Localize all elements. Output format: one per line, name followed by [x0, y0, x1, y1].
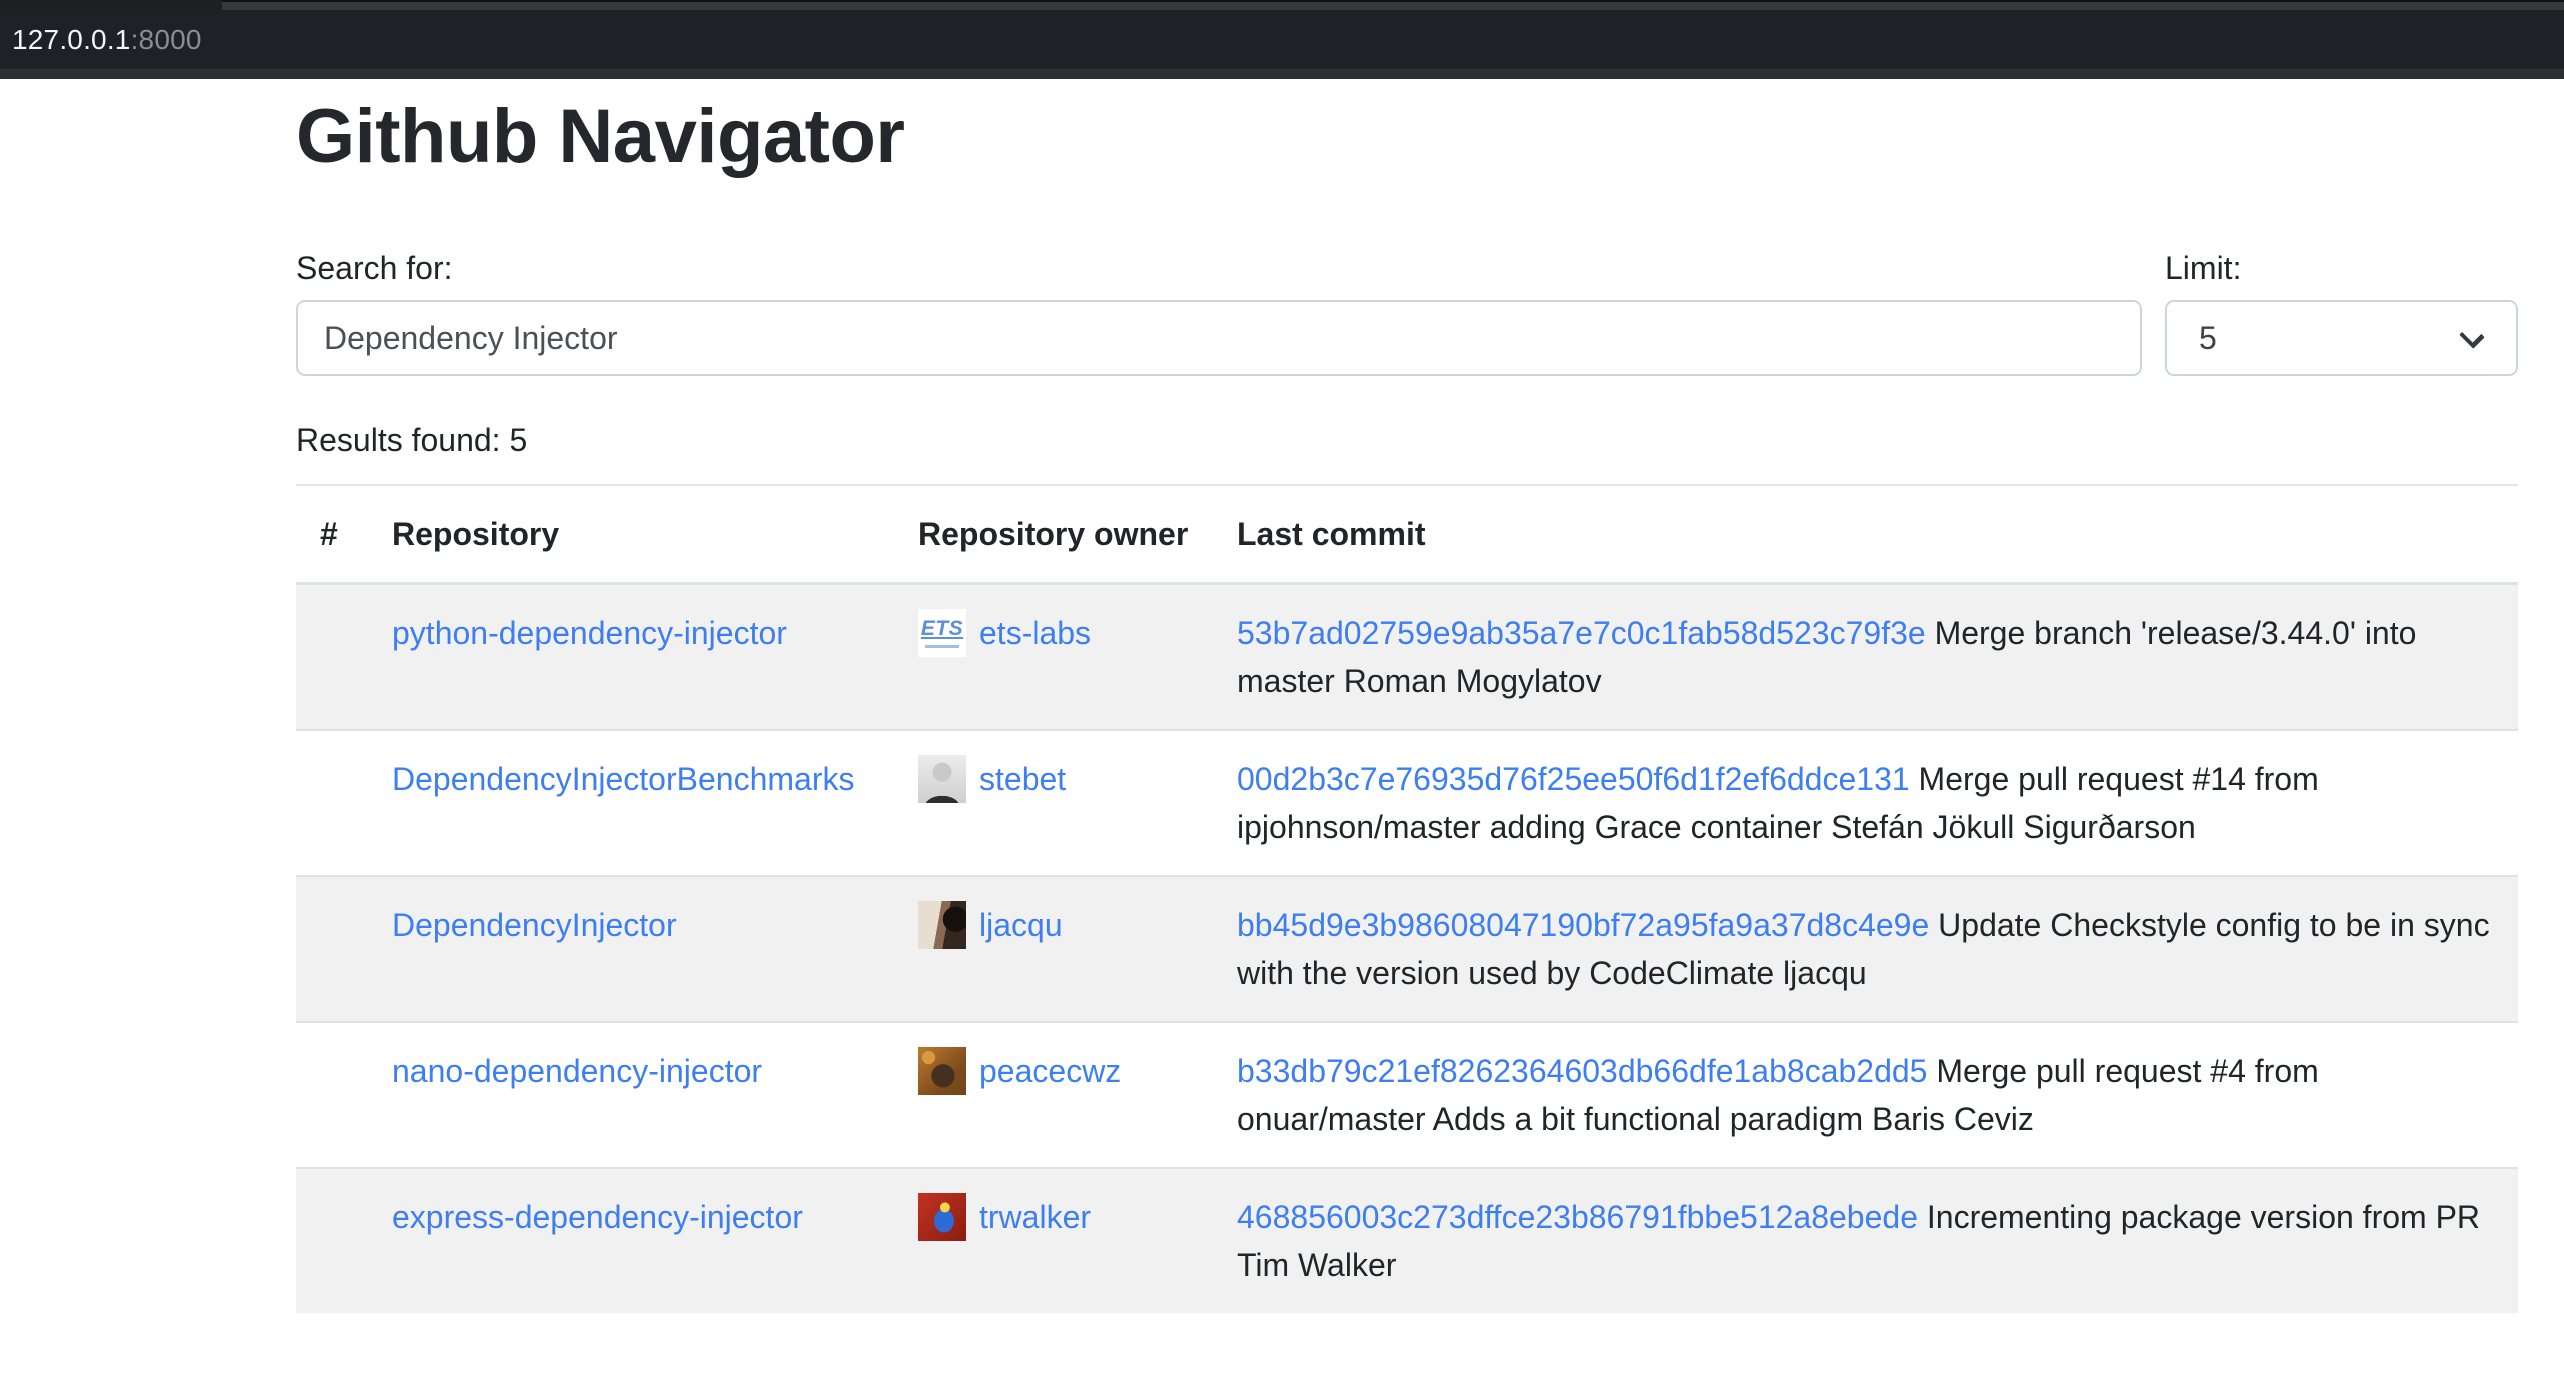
owner-cell: ETS ets-labs	[894, 584, 1213, 731]
owner-cell: peacecwz	[894, 1022, 1213, 1168]
commit-hash-link[interactable]: 468856003c273dffce23b86791fbbe512a8ebede	[1237, 1199, 1918, 1235]
commit-hash-link[interactable]: 53b7ad02759e9ab35a7e7c0c1fab58d523c79f3e	[1237, 615, 1926, 651]
table-row: express-dependency-injector trwalker 468…	[296, 1168, 2518, 1313]
browser-chrome: 127.0.0.1:8000	[0, 0, 2564, 79]
row-index-cell	[296, 584, 368, 731]
last-commit-cell: bb45d9e3b98608047190bf72a95fa9a37d8c4e9e…	[1213, 876, 2518, 1022]
results-table-body: python-dependency-injector ETS ets-labs …	[296, 584, 2518, 1314]
owner-link[interactable]: ets-labs	[979, 609, 1091, 657]
header-repository: Repository	[368, 485, 894, 584]
row-index-cell	[296, 876, 368, 1022]
limit-label: Limit:	[2165, 244, 2518, 292]
commit-hash-link[interactable]: 00d2b3c7e76935d76f25ee50f6d1f2ef6ddce131	[1237, 761, 1910, 797]
limit-select[interactable]: 5	[2165, 300, 2518, 376]
repository-link[interactable]: nano-dependency-injector	[392, 1053, 762, 1089]
commit-hash-link[interactable]: b33db79c21ef8262364603db66dfe1ab8cab2dd5	[1237, 1053, 1927, 1089]
owner-link[interactable]: ljacqu	[979, 901, 1063, 949]
table-row: python-dependency-injector ETS ets-labs …	[296, 584, 2518, 731]
last-commit-cell: b33db79c21ef8262364603db66dfe1ab8cab2dd5…	[1213, 1022, 2518, 1168]
url-host: 127.0.0.1	[12, 24, 131, 56]
repository-cell: python-dependency-injector	[368, 584, 894, 731]
header-last-commit: Last commit	[1213, 485, 2518, 584]
peacecwz-avatar	[918, 1047, 966, 1095]
search-form: Search for: Limit: 5	[296, 244, 2518, 376]
owner-cell: trwalker	[894, 1168, 1213, 1313]
browser-address-bar[interactable]: 127.0.0.1:8000	[0, 10, 2564, 69]
repository-link[interactable]: DependencyInjectorBenchmarks	[392, 761, 854, 797]
repository-link[interactable]: DependencyInjector	[392, 907, 677, 943]
search-input[interactable]	[296, 300, 2142, 376]
repository-cell: DependencyInjectorBenchmarks	[368, 730, 894, 876]
browser-toolbar-edge	[0, 69, 2564, 79]
search-field-group: Search for:	[296, 244, 2142, 376]
ets-labs-avatar: ETS	[918, 609, 966, 657]
row-index-cell	[296, 730, 368, 876]
last-commit-cell: 00d2b3c7e76935d76f25ee50f6d1f2ef6ddce131…	[1213, 730, 2518, 876]
repository-cell: DependencyInjector	[368, 876, 894, 1022]
owner-link[interactable]: stebet	[979, 755, 1066, 803]
row-index-cell	[296, 1022, 368, 1168]
results-count: Results found: 5	[296, 416, 2518, 464]
page-content: Github Navigator Search for: Limit: 5 Re…	[0, 79, 2564, 1313]
header-repository-owner: Repository owner	[894, 485, 1213, 584]
repository-cell: express-dependency-injector	[368, 1168, 894, 1313]
stebet-avatar	[918, 755, 966, 803]
commit-hash-link[interactable]: bb45d9e3b98608047190bf72a95fa9a37d8c4e9e	[1237, 907, 1929, 943]
ljacqu-avatar	[918, 901, 966, 949]
trwalker-avatar	[918, 1193, 966, 1241]
search-label: Search for:	[296, 244, 2142, 292]
table-row: nano-dependency-injector peacecwz b33db7…	[296, 1022, 2518, 1168]
chevron-down-icon	[2459, 323, 2485, 349]
table-row: DependencyInjectorBenchmarks stebet 00d2…	[296, 730, 2518, 876]
table-row: DependencyInjector ljacqu bb45d9e3b98608…	[296, 876, 2518, 1022]
limit-field-group: Limit: 5	[2165, 244, 2518, 376]
page-title: Github Navigator	[296, 93, 2518, 181]
owner-cell: ljacqu	[894, 876, 1213, 1022]
limit-select-value: 5	[2199, 320, 2217, 357]
header-index: #	[296, 485, 368, 584]
repository-link[interactable]: python-dependency-injector	[392, 615, 787, 651]
results-table-header: # Repository Repository owner Last commi…	[296, 485, 2518, 584]
url-port: :8000	[131, 24, 202, 56]
row-index-cell	[296, 1168, 368, 1313]
last-commit-cell: 53b7ad02759e9ab35a7e7c0c1fab58d523c79f3e…	[1213, 584, 2518, 731]
results-table: # Repository Repository owner Last commi…	[296, 484, 2518, 1313]
owner-link[interactable]: trwalker	[979, 1193, 1091, 1241]
owner-cell: stebet	[894, 730, 1213, 876]
repository-cell: nano-dependency-injector	[368, 1022, 894, 1168]
browser-tab-strip	[0, 0, 2564, 10]
repository-link[interactable]: express-dependency-injector	[392, 1199, 803, 1235]
last-commit-cell: 468856003c273dffce23b86791fbbe512a8ebede…	[1213, 1168, 2518, 1313]
owner-link[interactable]: peacecwz	[979, 1047, 1121, 1095]
